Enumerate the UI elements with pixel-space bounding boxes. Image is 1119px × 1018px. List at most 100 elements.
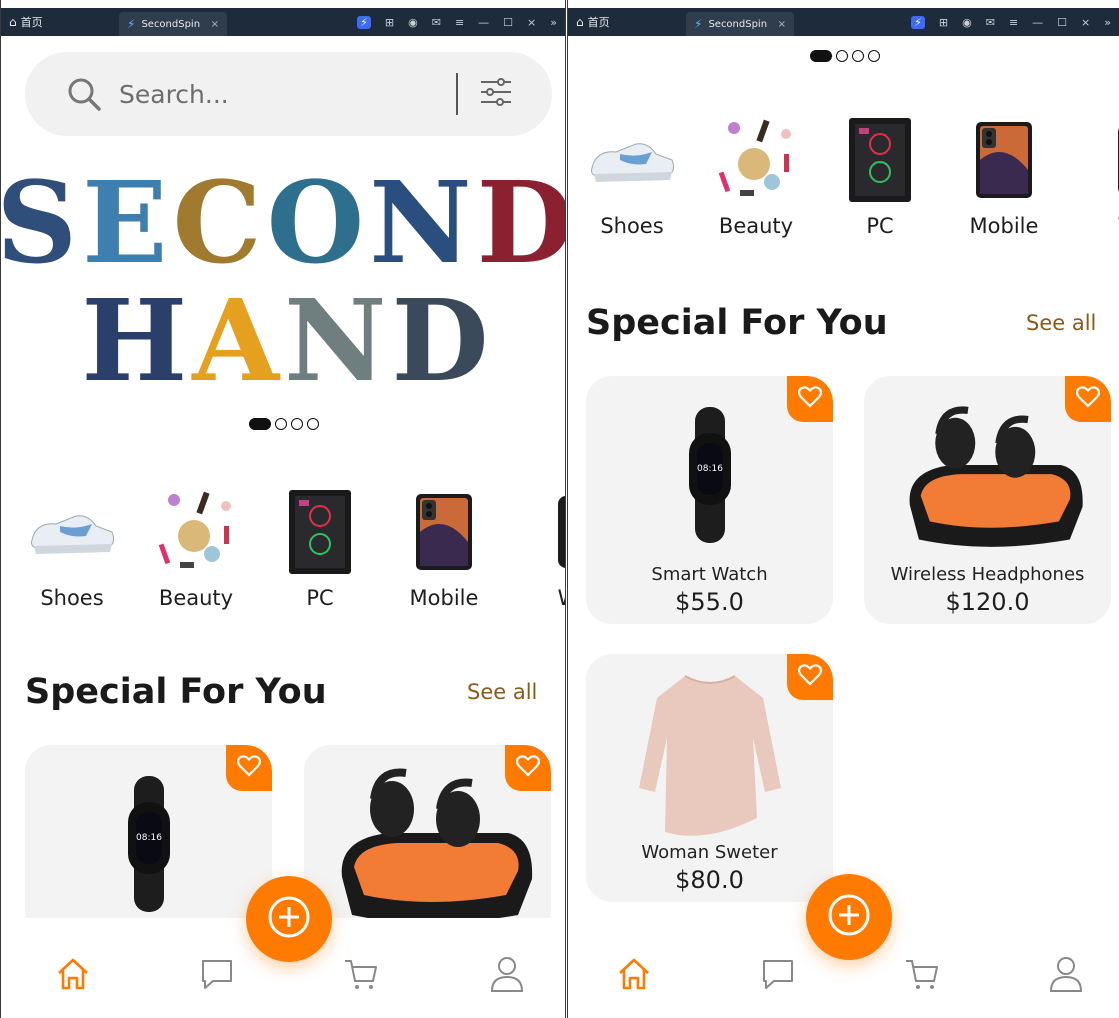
- category-label: Shoes: [600, 214, 664, 238]
- category-mobile[interactable]: Mobile: [382, 484, 506, 610]
- product-price: $120.0: [945, 588, 1030, 616]
- chat-nav-icon[interactable]: [758, 954, 798, 994]
- browser-tab-secondspin[interactable]: ⚡ SecondSpin ×: [686, 12, 794, 36]
- favorite-button[interactable]: [1065, 376, 1111, 422]
- banner-letter: D: [476, 158, 566, 289]
- category-mobile[interactable]: Mobile: [942, 112, 1066, 238]
- category-watch[interactable]: W: [506, 484, 565, 610]
- carousel-dot[interactable]: [868, 50, 880, 62]
- banner-letter: H: [81, 276, 190, 407]
- filter-icon[interactable]: [480, 78, 512, 110]
- product-card-wireless-headphones[interactable]: Wireless Headphones $120.0: [864, 376, 1111, 624]
- window-controls: ⚡ ⊞ ◉ ✉ ≡ — ☐ × »: [357, 15, 557, 29]
- category-list: Shoes Beauty PC Mobile W: [10, 484, 565, 610]
- carousel-indicator: [810, 50, 880, 62]
- category-beauty[interactable]: Beauty: [134, 484, 258, 610]
- minimize-button[interactable]: —: [478, 16, 489, 29]
- see-all-link[interactable]: See all: [1026, 311, 1096, 335]
- banner-letter: C: [172, 158, 264, 289]
- see-all-link[interactable]: See all: [467, 680, 537, 704]
- home-nav-icon[interactable]: [53, 954, 93, 994]
- close-window-button[interactable]: ×: [1081, 16, 1090, 29]
- tab-title: SecondSpin: [141, 18, 201, 30]
- search-icon: [67, 77, 101, 111]
- carousel-dot[interactable]: [810, 50, 832, 62]
- add-listing-button[interactable]: [246, 876, 332, 962]
- gamepad-icon[interactable]: ⊞: [385, 16, 394, 29]
- pc-tower-icon: [272, 484, 368, 580]
- section-title: Special For You: [25, 672, 327, 712]
- home-nav-icon[interactable]: [614, 954, 654, 994]
- app-window-right: ⌂ 首页 ⚡ SecondSpin × ⚡ ⊞ ◉ ✉ ≡ — ☐ × » Sh…: [567, 0, 1119, 1018]
- menu-icon[interactable]: ≡: [1009, 16, 1018, 29]
- mail-icon[interactable]: ✉: [986, 16, 995, 29]
- home-tab[interactable]: ⌂ 首页: [576, 14, 686, 30]
- extension-icon[interactable]: ⚡: [911, 15, 925, 29]
- category-shoes[interactable]: Shoes: [10, 484, 134, 610]
- carousel-dot[interactable]: [836, 50, 848, 62]
- smartphone-icon: [956, 112, 1052, 208]
- banner-letter: S: [0, 158, 80, 289]
- chat-nav-icon[interactable]: [197, 954, 237, 994]
- plus-circle-icon: [266, 894, 312, 944]
- category-label: PC: [306, 586, 334, 610]
- app-window-left: ⌂ 首页 ⚡ SecondSpin × ⚡ ⊞ ◉ ✉ ≡ — ☐ × » Se…: [0, 0, 566, 1018]
- home-tab-label: 首页: [20, 16, 43, 29]
- add-listing-button[interactable]: [806, 874, 892, 960]
- tab-close-icon[interactable]: ×: [778, 19, 786, 30]
- maximize-button[interactable]: ☐: [503, 16, 513, 29]
- search-bar[interactable]: [25, 52, 552, 136]
- carousel-dot[interactable]: [307, 418, 319, 430]
- product-card-woman-sweter[interactable]: Woman Sweter $80.0: [586, 654, 833, 902]
- maximize-button[interactable]: ☐: [1057, 16, 1067, 29]
- account-icon[interactable]: ◉: [962, 16, 972, 29]
- category-shoes[interactable]: Shoes: [570, 112, 694, 238]
- account-icon[interactable]: ◉: [408, 16, 418, 29]
- more-button[interactable]: »: [1104, 16, 1111, 29]
- profile-nav-icon[interactable]: [487, 954, 527, 994]
- product-card-smart-watch[interactable]: 08:16 Smart Watch $55.0: [586, 376, 833, 624]
- carousel-indicator: [249, 418, 319, 430]
- category-beauty[interactable]: Beauty: [694, 112, 818, 238]
- sneaker-icon: [24, 484, 120, 580]
- carousel-dot[interactable]: [249, 418, 271, 430]
- section-title: Special For You: [586, 303, 888, 343]
- category-watch[interactable]: W: [1066, 112, 1119, 238]
- more-button[interactable]: »: [550, 16, 557, 29]
- mail-icon[interactable]: ✉: [432, 16, 441, 29]
- favorite-button[interactable]: [226, 745, 272, 791]
- carousel-dot[interactable]: [852, 50, 864, 62]
- home-tab[interactable]: ⌂ 首页: [9, 14, 119, 30]
- minimize-button[interactable]: —: [1032, 16, 1043, 29]
- banner-line-2: HAND: [71, 283, 501, 401]
- favorite-button[interactable]: [505, 745, 551, 791]
- home-icon: ⌂: [576, 15, 584, 29]
- cosmetics-icon: [148, 484, 244, 580]
- tab-close-icon[interactable]: ×: [211, 19, 219, 30]
- cart-nav-icon[interactable]: [341, 954, 381, 994]
- favorite-button[interactable]: [787, 654, 833, 700]
- home-tab-label: 首页: [587, 16, 610, 29]
- extension-icon[interactable]: ⚡: [357, 15, 371, 29]
- profile-nav-icon[interactable]: [1046, 954, 1086, 994]
- category-label: Mobile: [409, 586, 479, 610]
- carousel-dot[interactable]: [275, 418, 287, 430]
- favorite-button[interactable]: [787, 376, 833, 422]
- product-name: Wireless Headphones: [890, 564, 1085, 585]
- second-hand-banner[interactable]: SECOND HAND: [1, 158, 565, 405]
- carousel-dot[interactable]: [291, 418, 303, 430]
- close-window-button[interactable]: ×: [527, 16, 536, 29]
- gamepad-icon[interactable]: ⊞: [939, 16, 948, 29]
- browser-tab-secondspin[interactable]: ⚡ SecondSpin ×: [119, 12, 227, 36]
- category-pc[interactable]: PC: [258, 484, 382, 610]
- category-label: Beauty: [158, 586, 234, 610]
- menu-icon[interactable]: ≡: [455, 16, 464, 29]
- product-price: $80.0: [675, 866, 744, 894]
- cart-nav-icon[interactable]: [902, 954, 942, 994]
- banner-letter: D: [391, 276, 491, 407]
- browser-title-bar: ⌂ 首页 ⚡ SecondSpin × ⚡ ⊞ ◉ ✉ ≡ — ☐ × »: [568, 8, 1119, 36]
- banner-letter: A: [192, 276, 282, 407]
- window-controls: ⚡ ⊞ ◉ ✉ ≡ — ☐ × »: [911, 15, 1111, 29]
- search-input[interactable]: [119, 79, 419, 109]
- category-pc[interactable]: PC: [818, 112, 942, 238]
